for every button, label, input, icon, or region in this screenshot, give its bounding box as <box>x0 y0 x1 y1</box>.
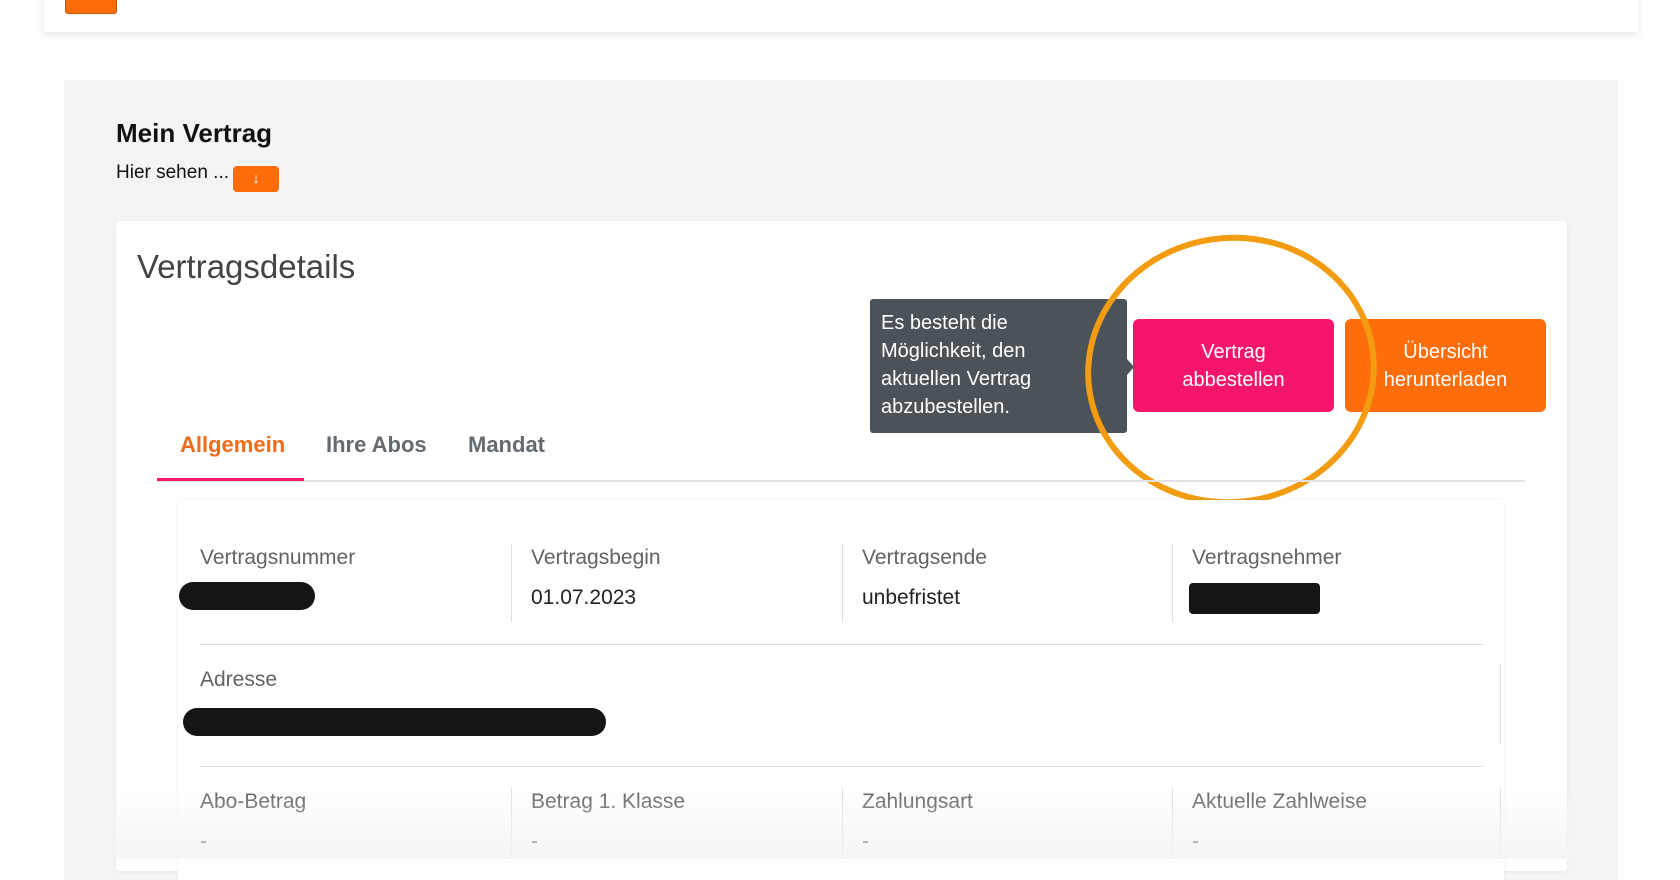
redacted-contract-holder <box>1189 583 1320 614</box>
label-abo-betrag: Abo-Betrag <box>200 790 307 813</box>
label-vertragsnehmer: Vertragsnehmer <box>1192 546 1342 569</box>
top-card <box>44 0 1638 32</box>
label-aktuelle-zahlweise: Aktuelle Zahlweise <box>1192 790 1368 813</box>
label-betrag-1-klasse: Betrag 1. Klasse <box>531 790 686 813</box>
cell-betrag-1-klasse: Betrag 1. Klasse - <box>531 790 685 854</box>
tab-mandat[interactable]: Mandat <box>468 428 545 480</box>
row-divider <box>200 644 1483 645</box>
cell-vertragsnehmer: Vertragsnehmer <box>1192 546 1341 586</box>
value-vertragsende: unbefristet <box>862 586 961 609</box>
column-divider <box>842 788 843 859</box>
cell-abo-betrag: Abo-Betrag - <box>200 790 306 854</box>
edge-divider <box>1500 788 1501 859</box>
column-divider <box>1172 544 1173 622</box>
download-overview-label: Übersicht herunterladen <box>1383 340 1508 391</box>
cell-aktuelle-zahlweise: Aktuelle Zahlweise - <box>1192 790 1367 854</box>
value-betrag-1-klasse: - <box>531 830 538 853</box>
label-zahlungsart: Zahlungsart <box>862 790 973 813</box>
row-divider <box>200 766 1483 767</box>
label-vertragsnummer: Vertragsnummer <box>200 546 356 569</box>
tab-allgemein[interactable]: Allgemein <box>180 428 285 480</box>
expand-arrow-icon[interactable]: ↓ <box>233 166 279 192</box>
value-abo-betrag: - <box>200 830 207 853</box>
cell-vertragsnummer: Vertragsnummer <box>200 546 355 586</box>
section-subtitle: Hier sehen ... <box>116 162 229 183</box>
tab-ihre-abos[interactable]: Ihre Abos <box>326 428 427 480</box>
top-orange-button[interactable] <box>65 0 117 14</box>
column-divider <box>511 544 512 622</box>
card-title: Vertragsdetails <box>137 248 356 285</box>
download-overview-button[interactable]: Übersicht herunterladen <box>1345 319 1546 412</box>
cancel-tooltip: Es besteht die Möglichkeit, den aktuelle… <box>870 299 1127 433</box>
column-divider <box>842 544 843 622</box>
value-aktuelle-zahlweise: - <box>1192 830 1199 853</box>
cancel-contract-button[interactable]: Vertrag abbestellen <box>1133 319 1334 412</box>
column-divider <box>1172 788 1173 859</box>
value-zahlungsart: - <box>862 830 869 853</box>
label-vertragsende: Vertragsende <box>862 546 987 569</box>
edge-divider <box>1500 664 1501 744</box>
cell-zahlungsart: Zahlungsart - <box>862 790 973 854</box>
cell-vertragsende: Vertragsende unbefristet <box>862 546 987 610</box>
label-vertragsbegin: Vertragsbegin <box>531 546 661 569</box>
value-vertragsbegin: 01.07.2023 <box>531 586 637 609</box>
column-divider <box>511 788 512 859</box>
tab-bar: Allgemein Ihre Abos Mandat <box>157 428 1525 482</box>
cell-vertragsbegin: Vertragsbegin 01.07.2023 <box>531 546 661 610</box>
redacted-contract-number <box>179 582 315 610</box>
section-title: Mein Vertrag <box>116 118 273 148</box>
redacted-address <box>183 708 606 736</box>
active-tab-indicator <box>157 478 304 481</box>
cell-adresse: Adresse <box>200 668 277 708</box>
label-adresse: Adresse <box>200 668 278 691</box>
cancel-contract-label: Vertrag abbestellen <box>1182 340 1285 391</box>
